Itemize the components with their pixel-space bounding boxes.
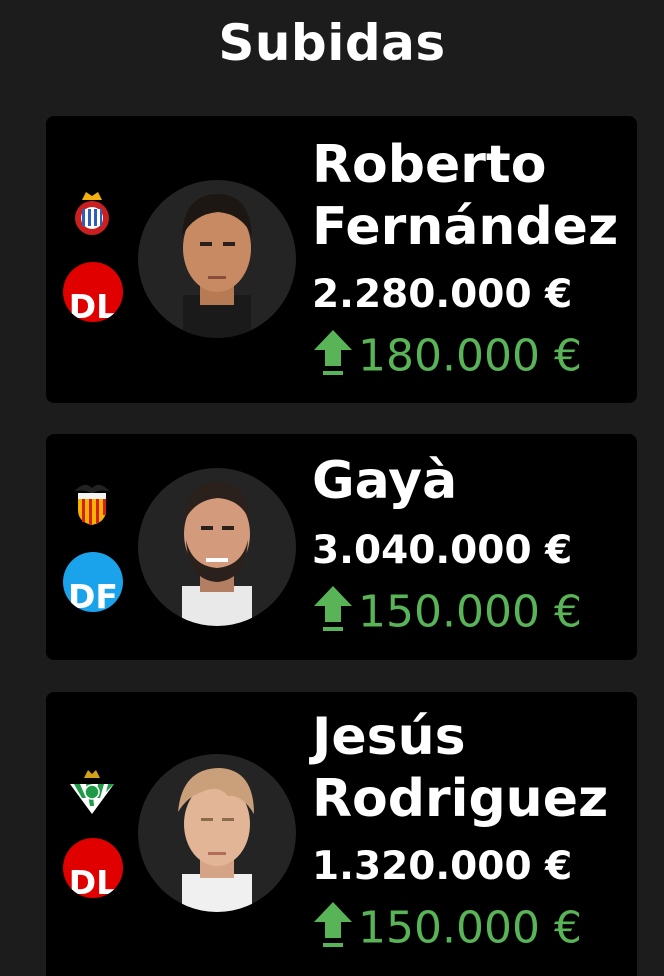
position-badge: DL: [63, 262, 123, 322]
page-title: Subidas: [218, 14, 446, 72]
player-avatar: [138, 754, 296, 912]
arrow-up-icon: [312, 900, 354, 961]
price-rise: 150.000 €: [312, 584, 582, 645]
player-price: 1.320.000 €: [312, 844, 573, 889]
price-rise: 180.000 €: [312, 328, 582, 389]
player-avatar: [138, 180, 296, 338]
espanyol-crest-icon: [68, 188, 116, 236]
position-badge: DL: [63, 838, 123, 898]
price-rise: 150.000 €: [312, 900, 582, 961]
player-name: Gayà: [312, 451, 458, 511]
arrow-up-icon: [312, 584, 354, 645]
player-card[interactable]: DL Jesús Rodriguez 1.320.000 € 150.000 €: [46, 692, 637, 976]
player-name: Jesús Rodriguez: [312, 707, 609, 829]
player-avatar: [138, 468, 296, 626]
player-card[interactable]: DL Roberto Fernández 2.280.000 € 180.000…: [46, 116, 637, 403]
arrow-up-icon: [312, 328, 354, 389]
betis-crest-icon: [68, 768, 116, 816]
player-card[interactable]: DF Gayà 3.040.000 € 150.000 €: [46, 434, 637, 660]
valencia-crest-icon: [68, 478, 116, 526]
player-name: Roberto Fernández: [312, 135, 619, 257]
player-price: 2.280.000 €: [312, 272, 573, 317]
position-badge: DF: [63, 552, 123, 612]
player-price: 3.040.000 €: [312, 528, 573, 573]
